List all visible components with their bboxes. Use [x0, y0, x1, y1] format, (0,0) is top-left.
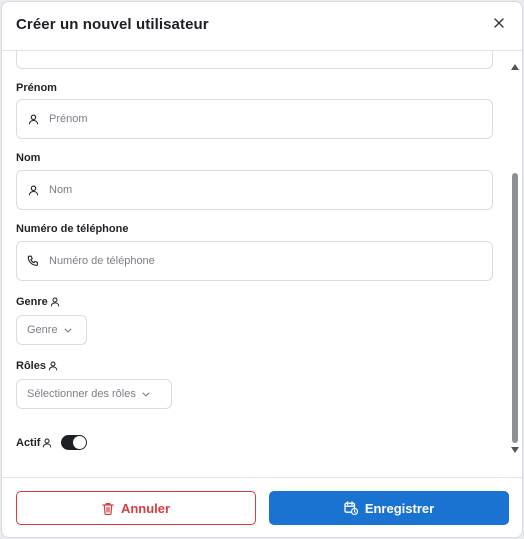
last-name-label: Nom — [16, 152, 40, 164]
create-user-dialog: Créer un nouvel utilisateur Prénom Nom — [1, 1, 523, 538]
cancel-button[interactable]: Annuler — [16, 491, 256, 525]
scrollbar[interactable] — [510, 64, 520, 464]
dialog-header: Créer un nouvel utilisateur — [2, 2, 522, 51]
toggle-knob — [73, 436, 86, 449]
close-button[interactable] — [490, 14, 508, 32]
scrollbar-thumb[interactable] — [512, 173, 518, 443]
gender-select[interactable]: Genre — [16, 315, 87, 345]
gender-label-text: Genre — [16, 296, 48, 308]
last-name-label-text: Nom — [16, 152, 41, 164]
roles-selected-value: Sélectionner des rôles — [27, 388, 136, 400]
first-name-label: Prénom — [16, 82, 57, 94]
save-button-label: Enregistrer — [364, 500, 435, 516]
trash-icon — [102, 502, 114, 515]
roles-label: Rôles — [16, 360, 58, 372]
roles-label-text: Rôles — [16, 360, 46, 372]
active-label: Actif — [16, 437, 52, 449]
gender-label: Genre — [16, 296, 60, 308]
dialog-footer: Annuler Enregistrer — [2, 477, 522, 537]
calendar-icon — [344, 501, 358, 515]
chevron-down-icon — [142, 391, 150, 397]
dialog-body[interactable]: Prénom Nom Numéro de téléphone — [2, 51, 522, 477]
last-name-input[interactable] — [49, 184, 449, 196]
last-name-field[interactable] — [16, 170, 493, 210]
chevron-down-icon — [63, 327, 72, 333]
first-name-label-text: Prénom — [16, 82, 57, 94]
phone-field[interactable] — [16, 241, 493, 281]
user-icon — [43, 438, 52, 448]
user-icon — [26, 112, 40, 126]
user-icon — [50, 297, 60, 307]
first-name-field[interactable] — [16, 99, 493, 139]
close-icon — [494, 18, 504, 28]
roles-select[interactable]: Sélectionner des rôles — [16, 379, 172, 409]
phone-label-text: Numéro de téléphone — [16, 223, 129, 235]
save-button[interactable]: Enregistrer — [269, 491, 509, 525]
dialog-title: Créer un nouvel utilisateur — [16, 16, 209, 33]
phone-icon — [26, 254, 40, 268]
cancel-button-label: Annuler — [120, 500, 171, 516]
scroll-down-arrow-icon[interactable] — [511, 447, 519, 453]
active-toggle[interactable] — [61, 435, 87, 450]
phone-label: Numéro de téléphone — [16, 223, 128, 235]
gender-selected-value: Genre — [27, 324, 58, 336]
user-icon — [48, 361, 58, 371]
active-label-text: Actif — [16, 437, 41, 449]
scroll-up-arrow-icon[interactable] — [511, 64, 519, 70]
phone-input[interactable] — [49, 255, 449, 267]
first-name-input[interactable] — [49, 113, 449, 125]
previous-field-edge — [16, 51, 493, 69]
user-icon — [26, 183, 40, 197]
